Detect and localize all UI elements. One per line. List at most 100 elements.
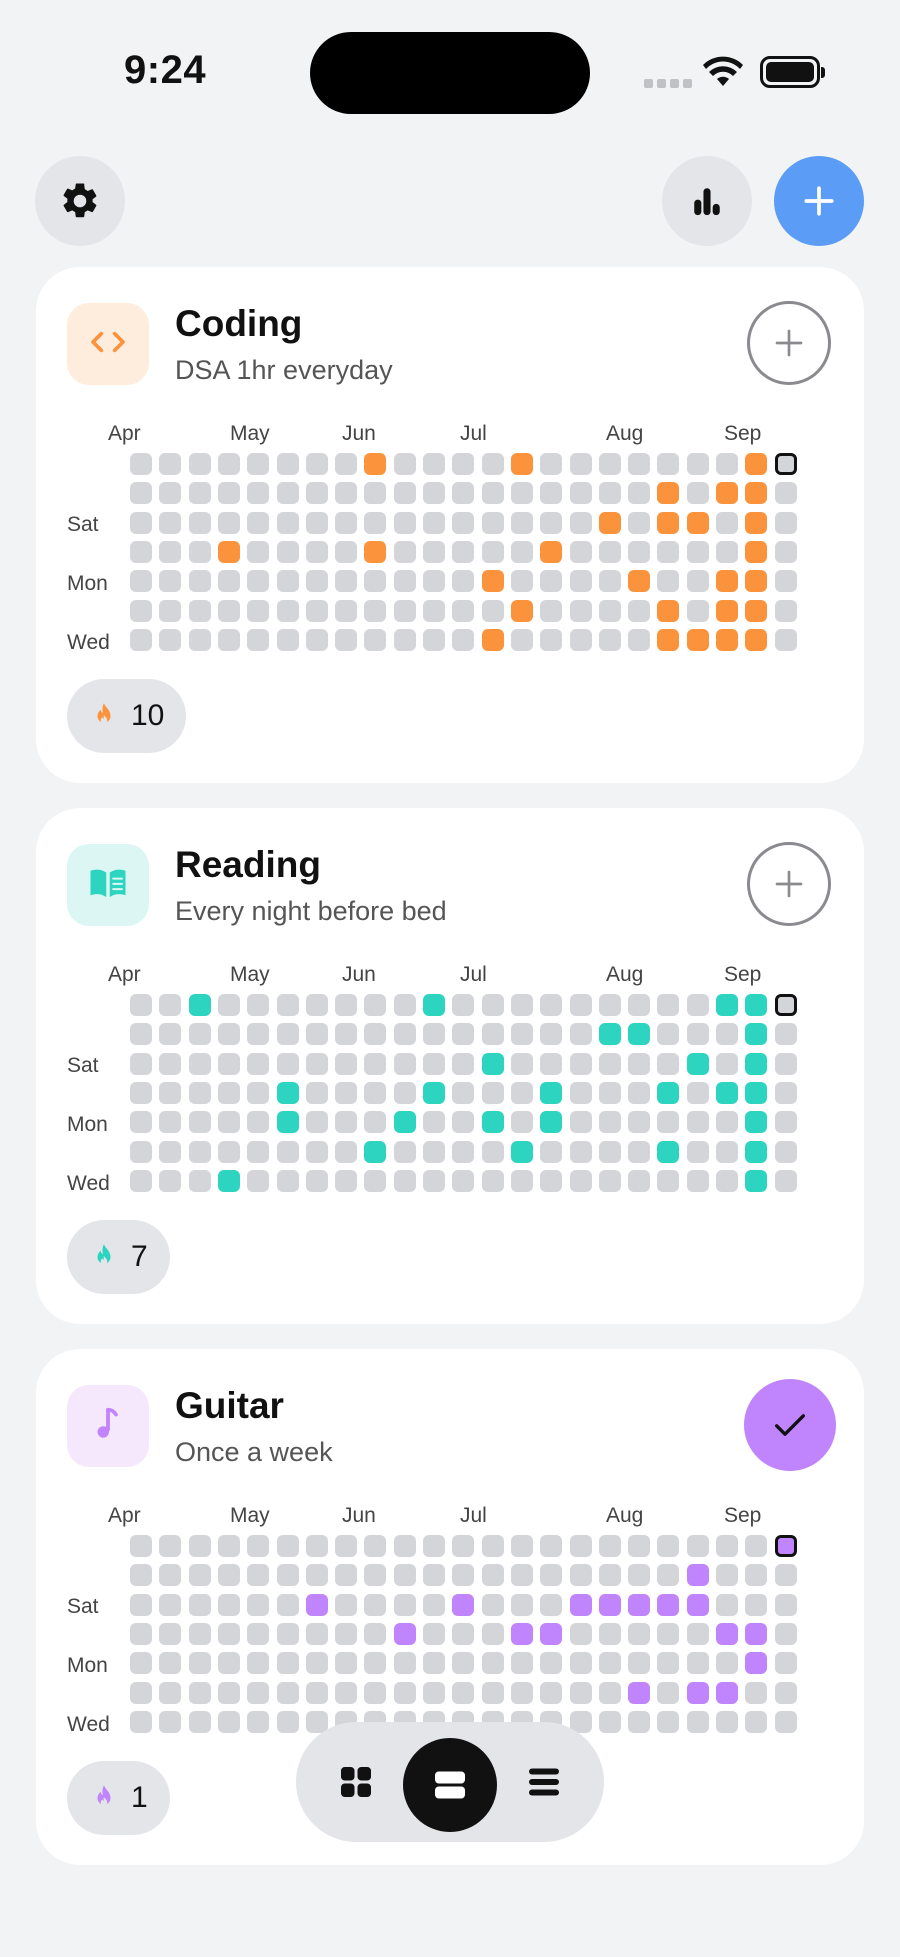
heatmap-day-cell [130, 1564, 152, 1587]
heatmap-day-cell [774, 1593, 797, 1616]
heatmap-day-cell [423, 1652, 445, 1675]
heatmap-day-cell [774, 482, 797, 505]
mark-done-button[interactable] [747, 842, 831, 926]
heatmap-day-cell [569, 599, 592, 622]
heatmap-day-cell [276, 540, 299, 563]
heatmap-day-cell [188, 1681, 211, 1704]
bar-chart-icon [694, 188, 720, 216]
heatmap-day-cell [598, 570, 621, 593]
heatmap-day-cell [130, 453, 152, 475]
heatmap-day-cell [598, 1652, 621, 1675]
heatmap-day-cell [628, 1111, 651, 1134]
heatmap-day-cell [452, 628, 475, 651]
month-label: Jul [460, 963, 487, 986]
heatmap-day-cell [540, 1169, 563, 1192]
heatmap-day-cell [159, 599, 182, 622]
heatmap-day-cell [481, 482, 504, 505]
heatmap-day-cell [423, 1052, 445, 1075]
heatmap-day-cell [686, 628, 709, 651]
heatmap-day-cell [686, 453, 709, 475]
heatmap-day-cell [364, 1622, 387, 1645]
heatmap-day-cell [716, 1710, 738, 1733]
heatmap-day-cell [510, 1593, 533, 1616]
heatmap-day-cell [774, 1710, 797, 1733]
heatmap-day-cell [276, 1593, 299, 1616]
heatmap-day-cell [364, 1681, 387, 1704]
heatmap-day-cell [716, 1111, 738, 1134]
day-label: Mon [67, 1654, 108, 1677]
heatmap-day-cell [774, 1652, 797, 1675]
heatmap-day-cell [598, 994, 621, 1016]
statistics-button[interactable] [662, 156, 752, 246]
heatmap-day-cell [628, 1681, 651, 1704]
heatmap-day-cell [393, 540, 416, 563]
heatmap-day-cell [305, 1622, 328, 1645]
heatmap-day-cell [686, 1052, 709, 1075]
heatmap-day-cell [188, 1052, 211, 1075]
heatmap-day-cell [745, 1052, 768, 1075]
heatmap-day-cell [247, 1535, 270, 1557]
heatmap-day-cell [598, 1564, 621, 1587]
heatmap-day-cell [217, 1681, 240, 1704]
heatmap-day-cell [569, 1622, 592, 1645]
heatmap-day-cell [423, 1535, 445, 1557]
heatmap-day-cell [217, 994, 240, 1016]
habit-icon-container [67, 844, 149, 926]
heatmap-day-cell [452, 1081, 475, 1104]
card-view-button[interactable] [403, 1738, 497, 1832]
heatmap-day-cell [188, 994, 211, 1016]
heatmap-day-cell [774, 1622, 797, 1645]
heatmap-day-cell [217, 628, 240, 651]
habit-card-reading[interactable]: Reading Every night before bed Apr May Jun Ju… [36, 808, 864, 1324]
heatmap-day-cell [745, 1622, 768, 1645]
heatmap-day-cell [540, 628, 563, 651]
heatmap-day-cell [657, 1052, 680, 1075]
heatmap-day-cell [657, 1023, 680, 1046]
list-view-icon [529, 1768, 559, 1796]
heatmap-day-cell [335, 1535, 358, 1557]
heatmap-day-cell [628, 570, 651, 593]
settings-button[interactable] [35, 156, 125, 246]
list-view-button[interactable] [518, 1756, 570, 1808]
heatmap-day-cell [335, 1052, 358, 1075]
heatmap-day-cell [247, 1622, 270, 1645]
streak-badge: 10 [67, 679, 187, 753]
day-label: Wed [67, 1713, 110, 1736]
heatmap-day-cell [657, 1681, 680, 1704]
heatmap-day-cell [217, 1564, 240, 1587]
mark-done-button[interactable] [744, 1379, 836, 1471]
add-habit-button[interactable] [774, 156, 864, 246]
heatmap-day-cell [247, 453, 270, 475]
mark-done-button[interactable] [747, 301, 831, 385]
heatmap-day-cell [423, 1023, 445, 1046]
heatmap-day-cell [217, 1169, 240, 1192]
heatmap-day-cell [423, 540, 445, 563]
heatmap-day-cell [188, 511, 211, 534]
heatmap-day-cell [540, 1593, 563, 1616]
heatmap-day-cell [305, 1081, 328, 1104]
heatmap-day-cell [774, 1140, 797, 1163]
day-label: Sat [67, 1595, 99, 1618]
heatmap-day-cell [745, 1535, 768, 1557]
heatmap-day-cell [481, 1169, 504, 1192]
heatmap-day-cell [481, 540, 504, 563]
heatmap-day-cell [364, 540, 387, 563]
month-label: Sep [724, 963, 762, 986]
day-label: Mon [67, 572, 108, 595]
heatmap-day-cell [510, 628, 533, 651]
heatmap-day-cell [598, 482, 621, 505]
grid-view-button[interactable] [330, 1756, 382, 1808]
heatmap-day-cell [130, 994, 152, 1016]
heatmap-day-cell [452, 540, 475, 563]
heatmap-day-cell [540, 453, 563, 475]
heatmap-day-cell [598, 1681, 621, 1704]
heatmap-day-cell [481, 1052, 504, 1075]
heatmap-day-cell [335, 1564, 358, 1587]
heatmap-day-cell [159, 1052, 182, 1075]
habit-title: Reading [175, 844, 321, 885]
heatmap-day-cell [130, 1052, 152, 1075]
heatmap-day-cell [159, 540, 182, 563]
habit-card-coding[interactable]: Coding DSA 1hr everyday Apr May Jun Jul Aug Sep… [36, 267, 864, 783]
heatmap-day-cell [217, 1593, 240, 1616]
heatmap-day-cell [159, 1681, 182, 1704]
